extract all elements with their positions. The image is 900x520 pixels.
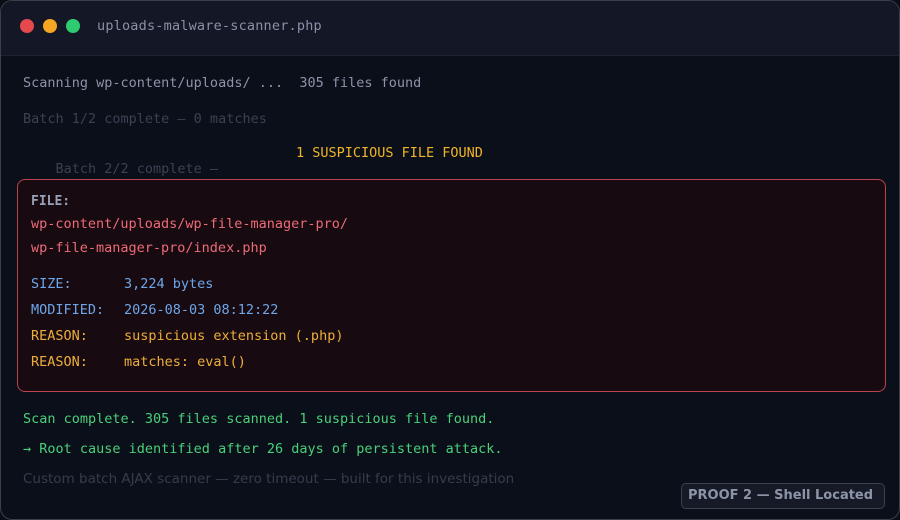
suspicious-file-panel: FILE: wp-content/uploads/wp-file-manager… xyxy=(17,179,886,392)
detail-key: SIZE: xyxy=(31,276,72,292)
detail-value: matches: eval() xyxy=(124,354,246,370)
terminal-window: uploads-malware-scanner.php Scanning wp-… xyxy=(0,0,900,520)
proof-badge: PROOF 2 — Shell Located xyxy=(681,483,885,509)
detail-key: REASON: xyxy=(31,328,88,344)
detail-value: 2026-08-03 08:12:22 xyxy=(124,302,279,318)
file-label: FILE: xyxy=(31,194,71,209)
suspicious-found-text: 1 SUSPICIOUS FILE FOUND xyxy=(296,145,483,161)
batch2-text: Batch 2/2 complete — xyxy=(55,161,219,177)
scan-complete-line: Scan complete. 305 files scanned. 1 susp… xyxy=(23,411,495,427)
detail-row-reason: REASON: matches: eval() xyxy=(31,354,246,418)
detail-key: MODIFIED: xyxy=(31,302,105,318)
close-button[interactable] xyxy=(20,19,34,33)
file-path-line2: wp-file-manager-pro/index.php xyxy=(31,240,267,256)
title-bar: uploads-malware-scanner.php xyxy=(1,1,899,56)
file-path-line1: wp-content/uploads/wp-file-manager-pro/ xyxy=(31,216,348,232)
footer-note: Custom batch AJAX scanner — zero timeout… xyxy=(23,471,515,487)
window-title: uploads-malware-scanner.php xyxy=(97,18,322,34)
detail-key: REASON: xyxy=(31,354,88,370)
maximize-button[interactable] xyxy=(66,19,80,33)
scan-start-line: Scanning wp-content/uploads/ ... 305 fil… xyxy=(23,75,422,91)
minimize-button[interactable] xyxy=(43,19,57,33)
root-cause-line: → Root cause identified after 26 days of… xyxy=(23,441,503,457)
detail-value: suspicious extension (.php) xyxy=(124,328,344,344)
detail-value: 3,224 bytes xyxy=(124,276,214,292)
batch1-line: Batch 1/2 complete — 0 matches xyxy=(23,111,267,127)
